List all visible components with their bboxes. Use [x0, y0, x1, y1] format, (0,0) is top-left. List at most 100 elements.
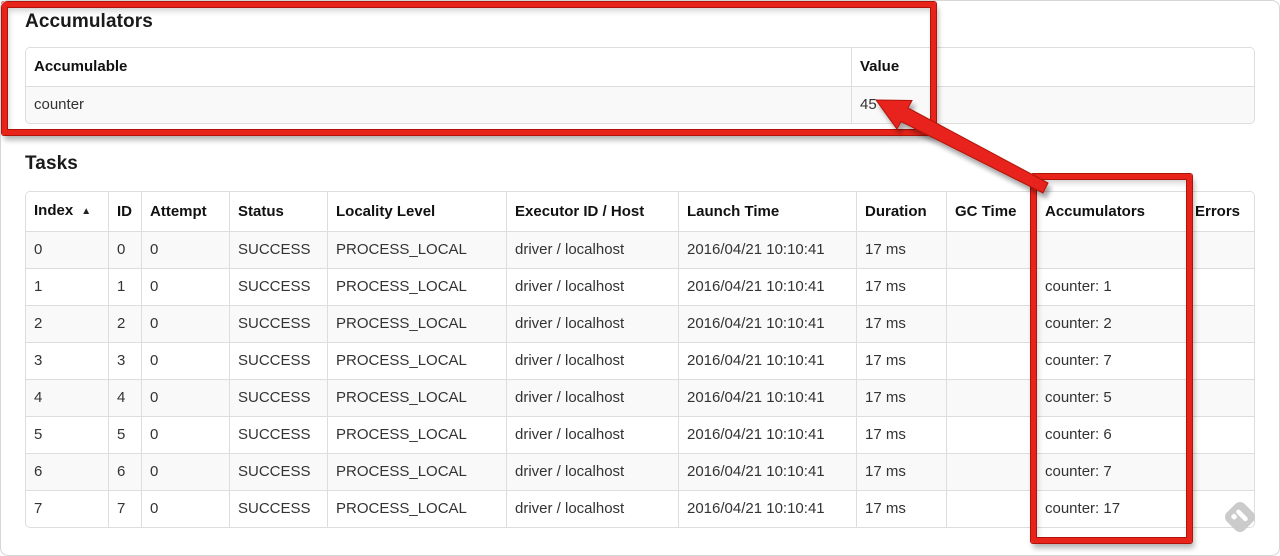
task-cell-locality-level: PROCESS_LOCAL — [327, 490, 506, 527]
sort-ascending-icon: ▲ — [81, 206, 92, 217]
task-cell-gc-time — [946, 342, 1036, 379]
task-cell-duration: 17 ms — [856, 379, 946, 416]
task-cell-attempt: 0 — [141, 453, 229, 490]
feedly-badge-icon — [1225, 502, 1255, 532]
launch-time-column-header[interactable]: Launch Time — [678, 192, 856, 231]
value-column-header: Value — [851, 48, 1254, 86]
task-cell-index: 5 — [26, 416, 108, 453]
executor-id-host-column-header[interactable]: Executor ID / Host — [506, 192, 678, 231]
task-cell-accumulators — [1036, 231, 1186, 268]
task-cell-executor-id-host: driver / localhost — [506, 453, 678, 490]
task-cell-accumulators: counter: 7 — [1036, 342, 1186, 379]
task-cell-duration: 17 ms — [856, 305, 946, 342]
task-cell-index: 3 — [26, 342, 108, 379]
task-cell-duration: 17 ms — [856, 231, 946, 268]
task-cell-launch-time: 2016/04/21 10:10:41 — [678, 268, 856, 305]
task-cell-status: SUCCESS — [229, 231, 327, 268]
task-cell-executor-id-host: driver / localhost — [506, 268, 678, 305]
task-row: 1 1 0 SUCCESS PROCESS_LOCAL driver / localhos… — [26, 268, 1254, 305]
task-cell-gc-time — [946, 231, 1036, 268]
task-cell-id: 1 — [108, 268, 141, 305]
task-cell-index: 1 — [26, 268, 108, 305]
accumulators-table: Accumulable Value counter 45 — [25, 47, 1255, 124]
task-cell-errors — [1186, 231, 1254, 268]
accumulators-header-row: Accumulable Value — [26, 48, 1254, 86]
task-cell-errors — [1186, 416, 1254, 453]
task-cell-launch-time: 2016/04/21 10:10:41 — [678, 379, 856, 416]
accumulators-section-title: Accumulators — [25, 11, 153, 32]
task-cell-locality-level: PROCESS_LOCAL — [327, 342, 506, 379]
duration-column-header[interactable]: Duration — [856, 192, 946, 231]
task-row: 0 0 0 SUCCESS PROCESS_LOCAL driver / localhos… — [26, 231, 1254, 268]
task-cell-errors — [1186, 453, 1254, 490]
task-cell-index: 2 — [26, 305, 108, 342]
task-row: 6 6 0 SUCCESS PROCESS_LOCAL driver / localhos… — [26, 453, 1254, 490]
task-cell-attempt: 0 — [141, 231, 229, 268]
task-row: 3 3 0 SUCCESS PROCESS_LOCAL driver / localhos… — [26, 342, 1254, 379]
task-cell-executor-id-host: driver / localhost — [506, 231, 678, 268]
task-cell-gc-time — [946, 490, 1036, 527]
task-cell-locality-level: PROCESS_LOCAL — [327, 379, 506, 416]
task-cell-locality-level: PROCESS_LOCAL — [327, 453, 506, 490]
task-cell-id: 3 — [108, 342, 141, 379]
task-cell-id: 4 — [108, 379, 141, 416]
task-cell-locality-level: PROCESS_LOCAL — [327, 305, 506, 342]
task-cell-errors — [1186, 268, 1254, 305]
task-cell-launch-time: 2016/04/21 10:10:41 — [678, 231, 856, 268]
tasks-table-body: 0 0 0 SUCCESS PROCESS_LOCAL driver / localhos… — [26, 231, 1254, 527]
attempt-column-header[interactable]: Attempt — [141, 192, 229, 231]
task-cell-launch-time: 2016/04/21 10:10:41 — [678, 342, 856, 379]
task-cell-accumulators: counter: 5 — [1036, 379, 1186, 416]
locality-level-column-header[interactable]: Locality Level — [327, 192, 506, 231]
task-cell-duration: 17 ms — [856, 416, 946, 453]
task-cell-status: SUCCESS — [229, 416, 327, 453]
task-cell-errors — [1186, 379, 1254, 416]
task-cell-attempt: 0 — [141, 305, 229, 342]
task-cell-executor-id-host: driver / localhost — [506, 490, 678, 527]
task-cell-status: SUCCESS — [229, 379, 327, 416]
task-cell-status: SUCCESS — [229, 453, 327, 490]
task-cell-attempt: 0 — [141, 379, 229, 416]
task-cell-gc-time — [946, 416, 1036, 453]
id-column-header[interactable]: ID — [108, 192, 141, 231]
tasks-header-row: Index ▲ ID Attempt Status Locality Level … — [26, 192, 1254, 231]
task-cell-errors — [1186, 305, 1254, 342]
task-cell-executor-id-host: driver / localhost — [506, 416, 678, 453]
task-cell-id: 0 — [108, 231, 141, 268]
index-column-header[interactable]: Index ▲ — [26, 192, 108, 231]
task-cell-gc-time — [946, 379, 1036, 416]
accumulators-column-header[interactable]: Accumulators — [1036, 192, 1186, 231]
task-cell-attempt: 0 — [141, 268, 229, 305]
task-cell-gc-time — [946, 453, 1036, 490]
tasks-table: Index ▲ ID Attempt Status Locality Level … — [25, 191, 1255, 528]
task-cell-duration: 17 ms — [856, 342, 946, 379]
task-cell-attempt: 0 — [141, 342, 229, 379]
gc-time-column-header[interactable]: GC Time — [946, 192, 1036, 231]
status-column-header[interactable]: Status — [229, 192, 327, 231]
task-cell-index: 6 — [26, 453, 108, 490]
accumulable-column-header: Accumulable — [26, 48, 851, 86]
accumulable-name-cell: counter — [26, 86, 851, 123]
task-cell-duration: 17 ms — [856, 268, 946, 305]
task-cell-duration: 17 ms — [856, 453, 946, 490]
accumulator-row: counter 45 — [26, 86, 1254, 123]
spark-stage-page: Accumulators Accumulable Value counter 4… — [0, 0, 1280, 556]
task-row: 5 5 0 SUCCESS PROCESS_LOCAL driver / localhos… — [26, 416, 1254, 453]
task-cell-locality-level: PROCESS_LOCAL — [327, 268, 506, 305]
task-cell-executor-id-host: driver / localhost — [506, 305, 678, 342]
task-cell-accumulators: counter: 17 — [1036, 490, 1186, 527]
task-cell-locality-level: PROCESS_LOCAL — [327, 416, 506, 453]
task-cell-index: 7 — [26, 490, 108, 527]
task-cell-status: SUCCESS — [229, 268, 327, 305]
task-cell-status: SUCCESS — [229, 490, 327, 527]
task-cell-attempt: 0 — [141, 416, 229, 453]
tasks-section-title: Tasks — [25, 153, 78, 174]
task-cell-executor-id-host: driver / localhost — [506, 342, 678, 379]
task-cell-accumulators: counter: 1 — [1036, 268, 1186, 305]
task-cell-id: 6 — [108, 453, 141, 490]
task-cell-executor-id-host: driver / localhost — [506, 379, 678, 416]
task-cell-launch-time: 2016/04/21 10:10:41 — [678, 305, 856, 342]
task-cell-index: 0 — [26, 231, 108, 268]
accumulator-value-cell: 45 — [851, 86, 1254, 123]
errors-column-header[interactable]: Errors — [1186, 192, 1254, 231]
